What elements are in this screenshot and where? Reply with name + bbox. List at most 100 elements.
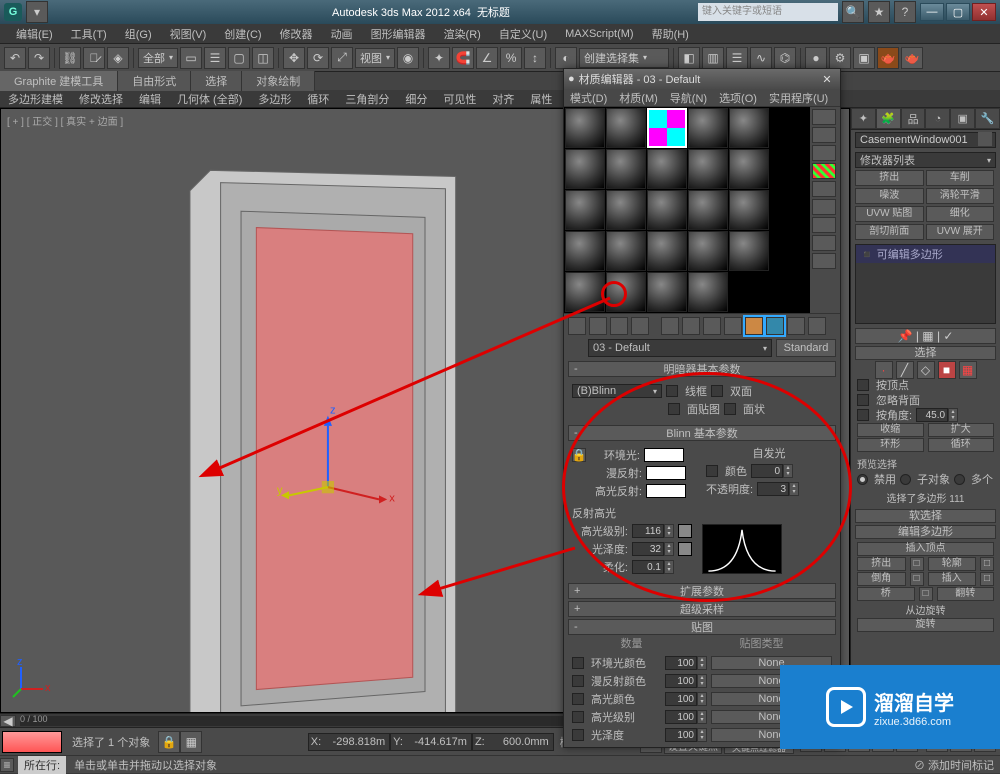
face-map-checkbox[interactable] — [668, 403, 680, 415]
select-region-icon[interactable]: ▢ — [228, 47, 250, 69]
put-to-scene-icon[interactable] — [589, 317, 607, 335]
angle-spinner[interactable] — [916, 408, 948, 422]
backlight-icon[interactable] — [812, 127, 836, 143]
mod-extrude[interactable]: 挤出 — [855, 170, 924, 186]
video-check-icon[interactable] — [812, 181, 836, 197]
mat-slot-4[interactable] — [688, 108, 728, 148]
select-icon[interactable]: ▭ — [180, 47, 202, 69]
help-icon[interactable]: ? — [894, 1, 916, 23]
manipulate-icon[interactable]: ✦ — [428, 47, 450, 69]
go-parent-icon[interactable] — [787, 317, 805, 335]
rollout-soft-sel[interactable]: 软选择 — [855, 509, 996, 523]
rb-mod-sel[interactable]: 修改选择 — [71, 89, 131, 109]
pick-material-icon[interactable] — [568, 340, 584, 356]
tab-create-icon[interactable]: ✦ — [851, 108, 876, 129]
material-type-button[interactable]: Standard — [776, 339, 836, 357]
rollout-supersample[interactable]: +超级采样 — [568, 601, 836, 617]
mod-tessellate[interactable]: 细化 — [926, 206, 995, 222]
tab-utilities-icon[interactable]: 🔧 — [975, 108, 1000, 129]
mat-slot-18[interactable] — [647, 231, 687, 271]
menu-modifiers[interactable]: 修改器 — [272, 24, 321, 44]
align-icon[interactable]: ▥ — [702, 47, 724, 69]
script-icon[interactable]: ≡ — [0, 758, 14, 772]
mat-slot-22[interactable] — [606, 272, 646, 312]
mat-slot-5[interactable] — [729, 108, 769, 148]
rb-vis[interactable]: 可见性 — [435, 89, 484, 109]
mat-close-button[interactable]: ✕ — [818, 73, 836, 86]
mat-slot-14[interactable] — [688, 190, 728, 230]
layers-icon[interactable]: ☰ — [726, 47, 748, 69]
minimize-button[interactable]: — — [920, 3, 944, 21]
scale-icon[interactable]: ⤢ — [331, 47, 353, 69]
get-material-icon[interactable] — [568, 317, 586, 335]
rollout-edit-poly[interactable]: 编辑多边形 — [855, 525, 996, 539]
select-name-icon[interactable]: ☰ — [204, 47, 226, 69]
menu-graph[interactable]: 图形编辑器 — [363, 24, 434, 44]
make-preview-icon[interactable] — [812, 199, 836, 215]
make-copy-icon[interactable] — [661, 317, 679, 335]
material-editor-icon[interactable]: ● — [805, 47, 827, 69]
bind-icon[interactable]: ◈ — [107, 47, 129, 69]
mat-menu-util[interactable]: 实用程序(U) — [763, 88, 834, 108]
put-to-library-icon[interactable] — [703, 317, 721, 335]
diffuse-swatch[interactable] — [646, 466, 686, 480]
show-map-viewport-icon[interactable] — [745, 317, 763, 335]
loop-button[interactable]: 循环 — [928, 438, 995, 452]
shrink-button[interactable]: 收缩 — [857, 423, 924, 437]
wire-checkbox[interactable] — [666, 385, 678, 397]
mat-menu-nav[interactable]: 导航(N) — [664, 88, 713, 108]
rotate-icon[interactable]: ⟳ — [307, 47, 329, 69]
reset-map-icon[interactable] — [631, 317, 649, 335]
tab-display-icon[interactable]: ▣ — [950, 108, 975, 129]
spinner-snap-icon[interactable]: ↕ — [524, 47, 546, 69]
rollout-maps[interactable]: -贴图 — [568, 619, 836, 635]
mat-slot-15[interactable] — [729, 190, 769, 230]
angle-snap-icon[interactable]: ∠ — [476, 47, 498, 69]
material-id-icon[interactable] — [724, 317, 742, 335]
search-icon[interactable]: 🔍 — [842, 1, 864, 23]
bg-icon[interactable] — [812, 145, 836, 161]
menu-tools[interactable]: 工具(T) — [63, 24, 115, 44]
coord-z[interactable]: Z:600.0mm — [472, 733, 554, 751]
time-config-icon[interactable]: ◀ — [0, 715, 16, 727]
two-sided-checkbox[interactable] — [711, 385, 723, 397]
specular-level-spinner[interactable] — [632, 524, 664, 538]
menu-maxscript[interactable]: MAXScript(M) — [557, 26, 641, 42]
material-name-dropdown[interactable]: 03 - Default — [588, 339, 772, 357]
self-illum-spinner[interactable] — [751, 464, 783, 478]
viewport-label[interactable]: [ + ] [ 正交 ] [ 真实 + 边面 ] — [7, 113, 123, 128]
mat-slot-19[interactable] — [688, 231, 728, 271]
menu-customize[interactable]: 自定义(U) — [491, 24, 555, 44]
preview-sub-radio[interactable] — [900, 474, 911, 485]
rb-props[interactable]: 属性 — [522, 89, 560, 109]
preview-multi-radio[interactable] — [954, 474, 965, 485]
mod-uvwmap[interactable]: UVW 贴图 — [855, 206, 924, 222]
rb-align[interactable]: 对齐 — [484, 89, 522, 109]
mat-slot-3[interactable] — [647, 108, 687, 148]
mat-slot-8[interactable] — [647, 149, 687, 189]
mat-menu-material[interactable]: 材质(M) — [613, 88, 664, 108]
grow-button[interactable]: 扩大 — [928, 423, 995, 437]
flip-button[interactable]: 翻转 — [937, 587, 995, 601]
mat-slot-16[interactable] — [565, 231, 605, 271]
render-icon[interactable]: 🫖 — [877, 47, 899, 69]
rollout-shader-params[interactable]: -明暗器基本参数 — [568, 361, 836, 377]
mat-slot-23[interactable] — [647, 272, 687, 312]
mat-slot-9[interactable] — [688, 149, 728, 189]
extrude-button[interactable]: 挤出 — [857, 557, 906, 571]
opacity-spinner[interactable] — [757, 482, 789, 496]
favorites-icon[interactable]: ★ — [868, 1, 890, 23]
sample-uv-icon[interactable] — [812, 163, 836, 179]
shader-dropdown[interactable]: (B)Blinn▾ — [572, 384, 662, 398]
subobj-polygon-icon[interactable]: ■ — [938, 361, 956, 379]
mod-lathe[interactable]: 车削 — [926, 170, 995, 186]
rb-edit[interactable]: 编辑 — [131, 89, 169, 109]
rollout-blinn-params[interactable]: -Blinn 基本参数 — [568, 425, 836, 441]
options-icon[interactable] — [812, 217, 836, 233]
rb-geom[interactable]: 几何体 (全部) — [169, 89, 250, 109]
ref-coord-dropdown[interactable]: 视图 — [355, 48, 395, 68]
mat-menu-options[interactable]: 选项(O) — [713, 88, 763, 108]
modifier-list-dropdown[interactable]: 修改器列表 — [855, 152, 996, 168]
redo-icon[interactable]: ↷ — [28, 47, 50, 69]
specular-swatch[interactable] — [646, 484, 686, 498]
